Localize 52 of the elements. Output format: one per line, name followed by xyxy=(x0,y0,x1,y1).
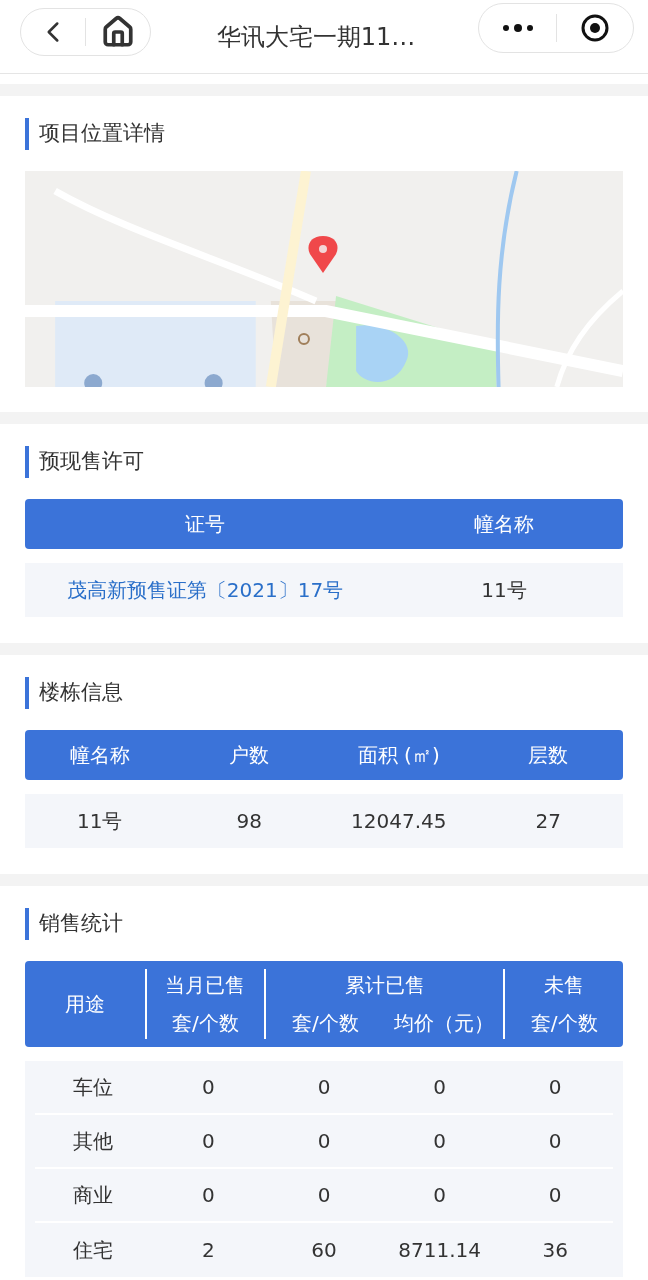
title-accent-bar xyxy=(25,117,29,150)
column-header: 套/个数 xyxy=(291,1010,360,1037)
table-cell-text: 0 xyxy=(201,1182,216,1209)
table-cell-text: 27 xyxy=(534,808,562,835)
table-cell-text: 0 xyxy=(432,1182,447,1209)
table-cell-text: 98 xyxy=(235,808,263,835)
column-header: 均价（元） xyxy=(393,1010,496,1037)
section-title: 项目位置详情 xyxy=(39,119,165,147)
section-title: 楼栋信息 xyxy=(39,678,123,706)
table-cell-text: 车位 xyxy=(71,1074,114,1101)
column-header: 幢名称 xyxy=(473,511,535,538)
column-group-header: 累计已售 xyxy=(344,972,425,999)
column-header: 套/个数 xyxy=(529,1010,599,1037)
title-accent-bar xyxy=(25,676,29,709)
column-header: 幢名称 xyxy=(68,742,131,769)
table-cell-text: 0 xyxy=(316,1128,332,1155)
permit-link[interactable]: 茂高新预售证第〔2021〕17号 xyxy=(25,575,385,605)
title-accent-bar xyxy=(25,445,29,478)
column-group-header: 当月已售 xyxy=(165,972,246,999)
title-accent-bar xyxy=(25,907,29,940)
column-header: 户数 xyxy=(228,742,271,769)
table-cell-text: 2 xyxy=(201,1237,216,1264)
table-cell-text: 0 xyxy=(201,1074,216,1101)
table-cell-text: 36 xyxy=(541,1237,569,1264)
table-cell-text: 0 xyxy=(547,1182,563,1209)
table-cell-text: 0 xyxy=(547,1074,563,1101)
column-header: 面积 (㎡) xyxy=(356,742,441,769)
home-icon xyxy=(101,15,135,49)
section-title: 销售统计 xyxy=(39,909,123,937)
table-cell-text: 0 xyxy=(432,1128,447,1155)
table-cell-text: 0 xyxy=(432,1074,447,1101)
column-header: 用途 xyxy=(64,991,105,1018)
column-group-header: 未售 xyxy=(544,972,585,999)
target-icon xyxy=(581,14,609,42)
table-cell-text: 8711.14 xyxy=(397,1237,482,1264)
table-cell-text: 12047.45 xyxy=(350,808,448,835)
column-header: 套/个数 xyxy=(171,1010,240,1037)
table-cell-text: 0 xyxy=(547,1128,563,1155)
column-header: 证号 xyxy=(184,511,226,538)
table-cell-text: 商业 xyxy=(71,1182,114,1209)
table-cell-text: 0 xyxy=(316,1074,332,1101)
table-cell-text: 11号 xyxy=(76,808,124,835)
more-icon xyxy=(501,24,534,32)
table-cell-text: 0 xyxy=(201,1128,216,1155)
table-cell-text: 0 xyxy=(316,1182,332,1209)
page-title: 华讯大宅一期11… xyxy=(216,21,416,53)
column-header: 层数 xyxy=(527,742,570,769)
table-cell-text: 11号 xyxy=(480,577,528,604)
table-cell-text: 60 xyxy=(310,1237,338,1264)
section-title: 预现售许可 xyxy=(39,447,144,475)
table-cell-text: 其他 xyxy=(71,1128,114,1155)
table-cell-text: 住宅 xyxy=(71,1237,114,1264)
